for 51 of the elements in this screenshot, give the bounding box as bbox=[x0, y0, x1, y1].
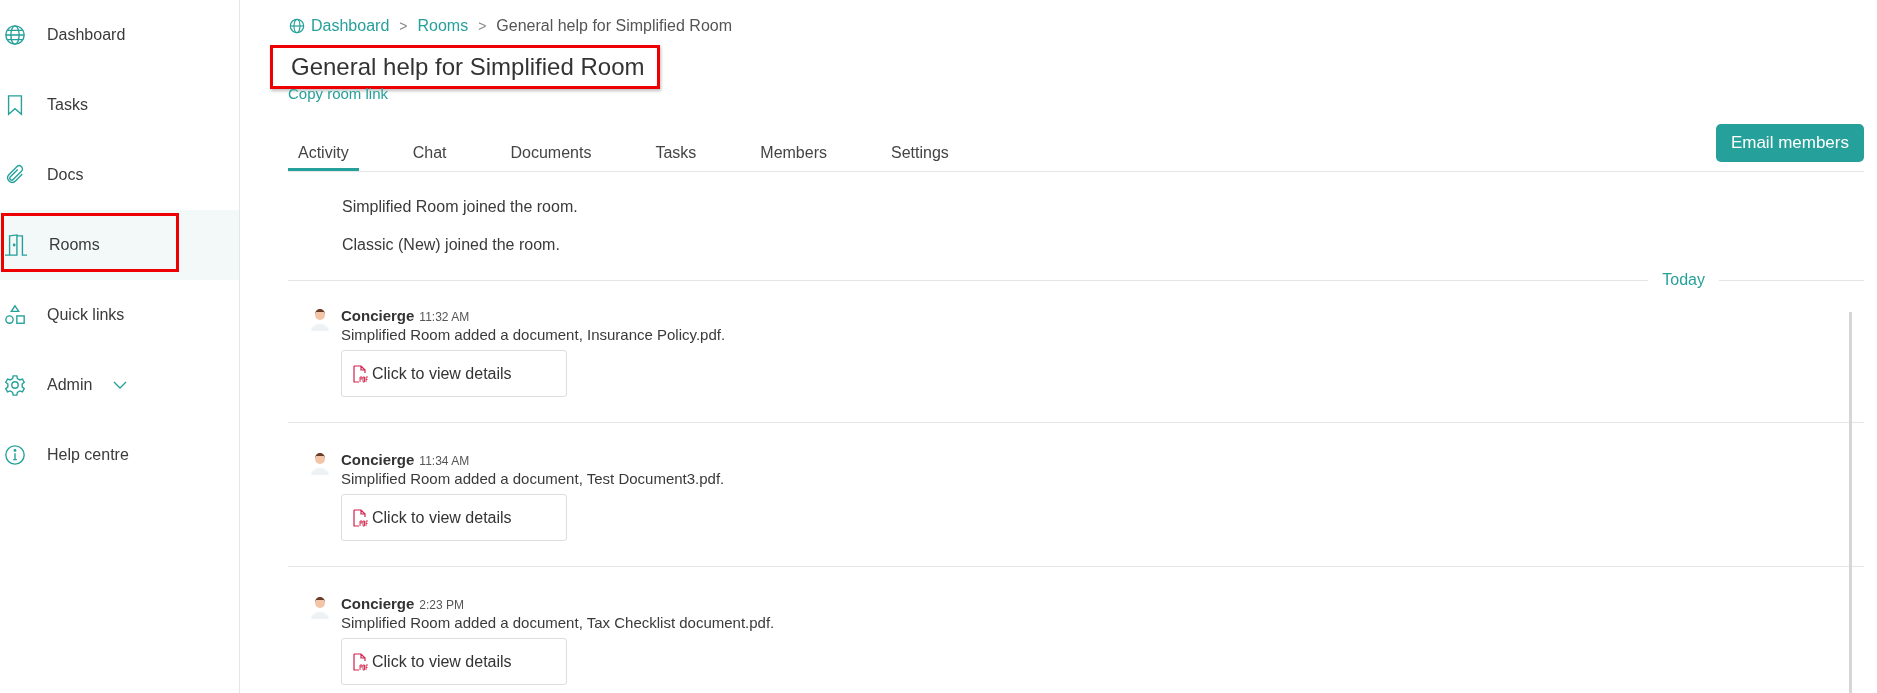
tab[interactable]: Chat bbox=[402, 140, 457, 171]
sidebar-label: Help centre bbox=[47, 446, 129, 464]
breadcrumb-separator: > bbox=[399, 18, 408, 34]
settings-icon bbox=[4, 374, 26, 396]
scrollbar[interactable] bbox=[1849, 312, 1852, 693]
timestamp: 2:23 PM bbox=[419, 598, 465, 612]
document-card[interactable]: Click to view details bbox=[341, 638, 567, 685]
sidebar-item[interactable]: Dashboard bbox=[0, 0, 239, 70]
door-icon bbox=[4, 234, 28, 256]
paperclip-icon bbox=[4, 164, 26, 186]
tab[interactable]: Settings bbox=[881, 140, 959, 171]
sidebar-label: Admin bbox=[47, 376, 93, 394]
document-card[interactable]: Click to view details bbox=[341, 494, 567, 541]
sidebar-item[interactable]: Tasks bbox=[0, 70, 239, 140]
entry-message: Simplified Room added a document, Tax Checklist document.pdf. bbox=[341, 614, 775, 631]
breadcrumb-current: General help for Simplified Room bbox=[496, 17, 732, 35]
timestamp: 11:32 AM bbox=[419, 310, 470, 324]
globe-icon bbox=[289, 18, 305, 34]
info-icon bbox=[4, 444, 26, 466]
tab[interactable]: Activity bbox=[288, 140, 359, 171]
pdf-file-icon bbox=[352, 652, 368, 671]
sidebar-item[interactable]: Admin bbox=[0, 350, 239, 420]
day-divider-label: Today bbox=[1661, 271, 1706, 289]
author-name: Concierge bbox=[341, 307, 415, 324]
author-name: Concierge bbox=[341, 595, 415, 612]
tab[interactable]: Members bbox=[750, 140, 837, 171]
document-card[interactable]: Click to view details bbox=[341, 350, 567, 397]
activity-event: Simplified Room joined the room. bbox=[341, 197, 579, 217]
sidebar-item[interactable]: Docs bbox=[0, 140, 239, 210]
pdf-file-icon bbox=[352, 364, 368, 383]
room-title: General help for Simplified Room bbox=[270, 45, 660, 89]
globe-icon bbox=[4, 24, 26, 46]
sidebar-label: Quick links bbox=[47, 306, 125, 324]
timestamp: 11:34 AM bbox=[419, 454, 470, 468]
sidebar-label: Docs bbox=[47, 166, 84, 184]
pdf-file-icon bbox=[352, 508, 368, 527]
sidebar-label: Tasks bbox=[47, 96, 88, 114]
chevron-down-icon bbox=[113, 381, 128, 389]
tab[interactable]: Tasks bbox=[645, 140, 707, 171]
breadcrumb-separator: > bbox=[478, 18, 487, 34]
sidebar-item[interactable]: Quick links bbox=[0, 280, 239, 350]
sidebar-item[interactable]: Help centre bbox=[0, 420, 239, 490]
sidebar-item[interactable]: Rooms bbox=[0, 210, 239, 280]
author-name: Concierge bbox=[341, 451, 415, 468]
shapes-icon bbox=[4, 304, 26, 326]
tab[interactable]: Documents bbox=[500, 140, 602, 171]
entry-message: Simplified Room added a document, Insurance Policy.pdf. bbox=[341, 326, 726, 343]
activity-event: Classic (New) joined the room. bbox=[341, 235, 561, 255]
sidebar-label: Rooms bbox=[49, 236, 100, 254]
sidebar-label: Dashboard bbox=[47, 26, 126, 44]
entry-message: Simplified Room added a document, Test Document3.pdf. bbox=[341, 470, 725, 487]
